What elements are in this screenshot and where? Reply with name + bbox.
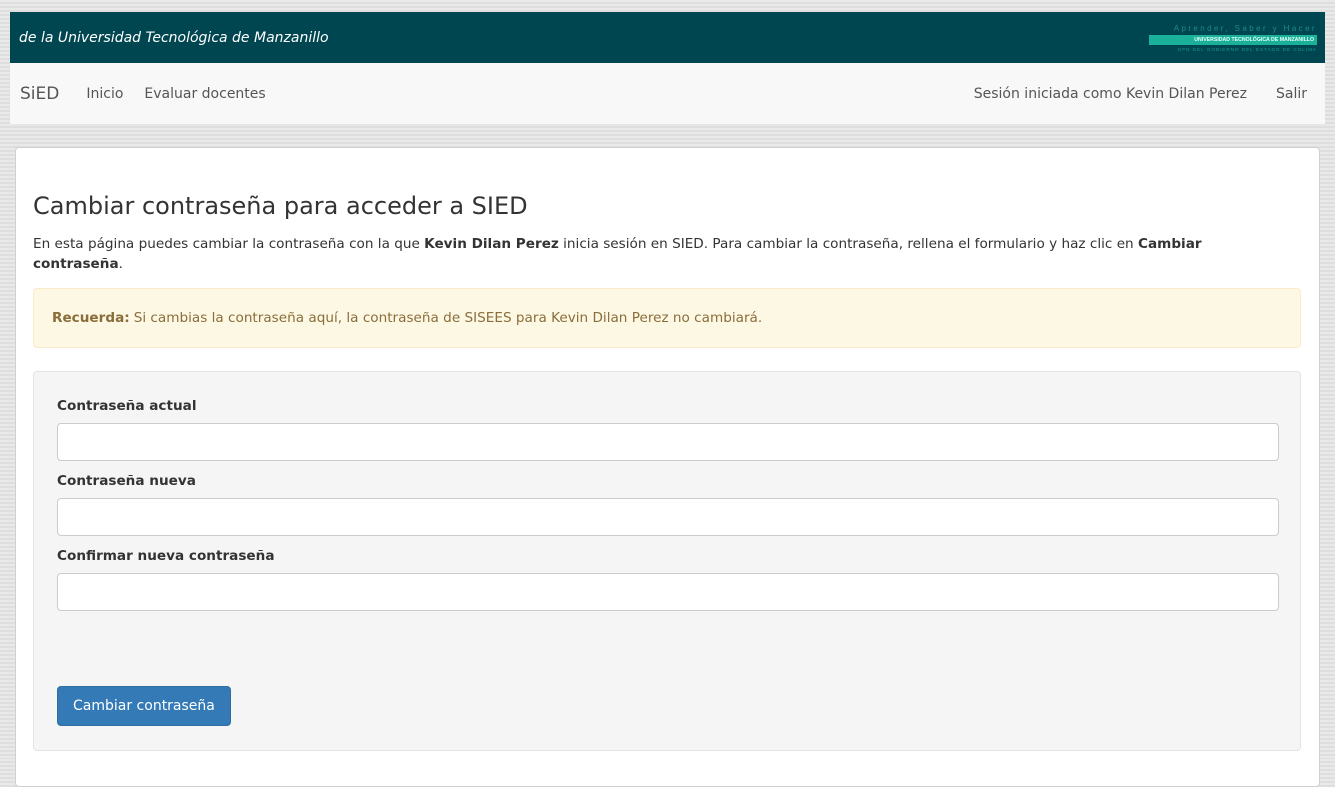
logo-subtitle: OPD DEL GOBIERNO DEL ESTADO DE COLIMA — [1177, 46, 1317, 52]
institution-title: de la Universidad Tecnológica de Manzani… — [19, 29, 329, 46]
logo-tagline: Aprender, Saber y Hacer — [1173, 23, 1317, 33]
intro-paragraph: En esta página puedes cambiar la contras… — [33, 234, 1273, 274]
password-form: Contraseña actual Contraseña nueva Confi… — [33, 371, 1301, 751]
nav-link-inicio[interactable]: Inicio — [86, 86, 123, 102]
university-logo: Aprender, Saber y Hacer UNIVERSIDAD TECN… — [1149, 24, 1317, 52]
confirm-password-input[interactable] — [57, 573, 1279, 611]
alert-label: Recuerda: — [52, 310, 130, 326]
logout-link[interactable]: Salir — [1276, 86, 1307, 102]
confirm-password-label: Confirmar nueva contraseña — [57, 548, 275, 564]
nav-right-group: Sesión iniciada como Kevin Dilan Perez S… — [974, 86, 1325, 102]
brand-link[interactable]: SiED — [20, 84, 59, 104]
page-title: Cambiar contraseña para acceder a SIED — [33, 192, 528, 220]
session-user-text: Sesión iniciada como Kevin Dilan Perez — [973, 85, 1247, 102]
intro-prefix: En esta página puedes cambiar la contras… — [33, 236, 425, 252]
intro-user-name: Kevin Dilan Perez — [424, 236, 559, 252]
intro-suffix: . — [118, 256, 123, 272]
logo-name: UNIVERSIDAD TECNOLÓGICA DE MANZANILLO — [1149, 34, 1317, 45]
current-password-label: Contraseña actual — [57, 398, 197, 414]
intro-middle: inicia sesión en SIED. Para cambiar la c… — [558, 236, 1138, 252]
header-banner: de la Universidad Tecnológica de Manzani… — [10, 12, 1325, 63]
new-password-label: Contraseña nueva — [57, 473, 196, 489]
current-password-input[interactable] — [57, 423, 1279, 461]
nav-link-evaluar-docentes[interactable]: Evaluar docentes — [144, 86, 265, 102]
warning-alert: Recuerda: Si cambias la contraseña aquí,… — [33, 288, 1301, 348]
new-password-input[interactable] — [57, 498, 1279, 536]
change-password-button[interactable]: Cambiar contraseña — [57, 686, 231, 726]
nav-left-group: SiED Inicio Evaluar docentes — [10, 84, 266, 104]
alert-text: Si cambias la contraseña aquí, la contra… — [133, 310, 763, 326]
top-navbar: SiED Inicio Evaluar docentes Sesión inic… — [10, 63, 1325, 125]
main-card: Cambiar contraseña para acceder a SIED E… — [15, 147, 1320, 787]
